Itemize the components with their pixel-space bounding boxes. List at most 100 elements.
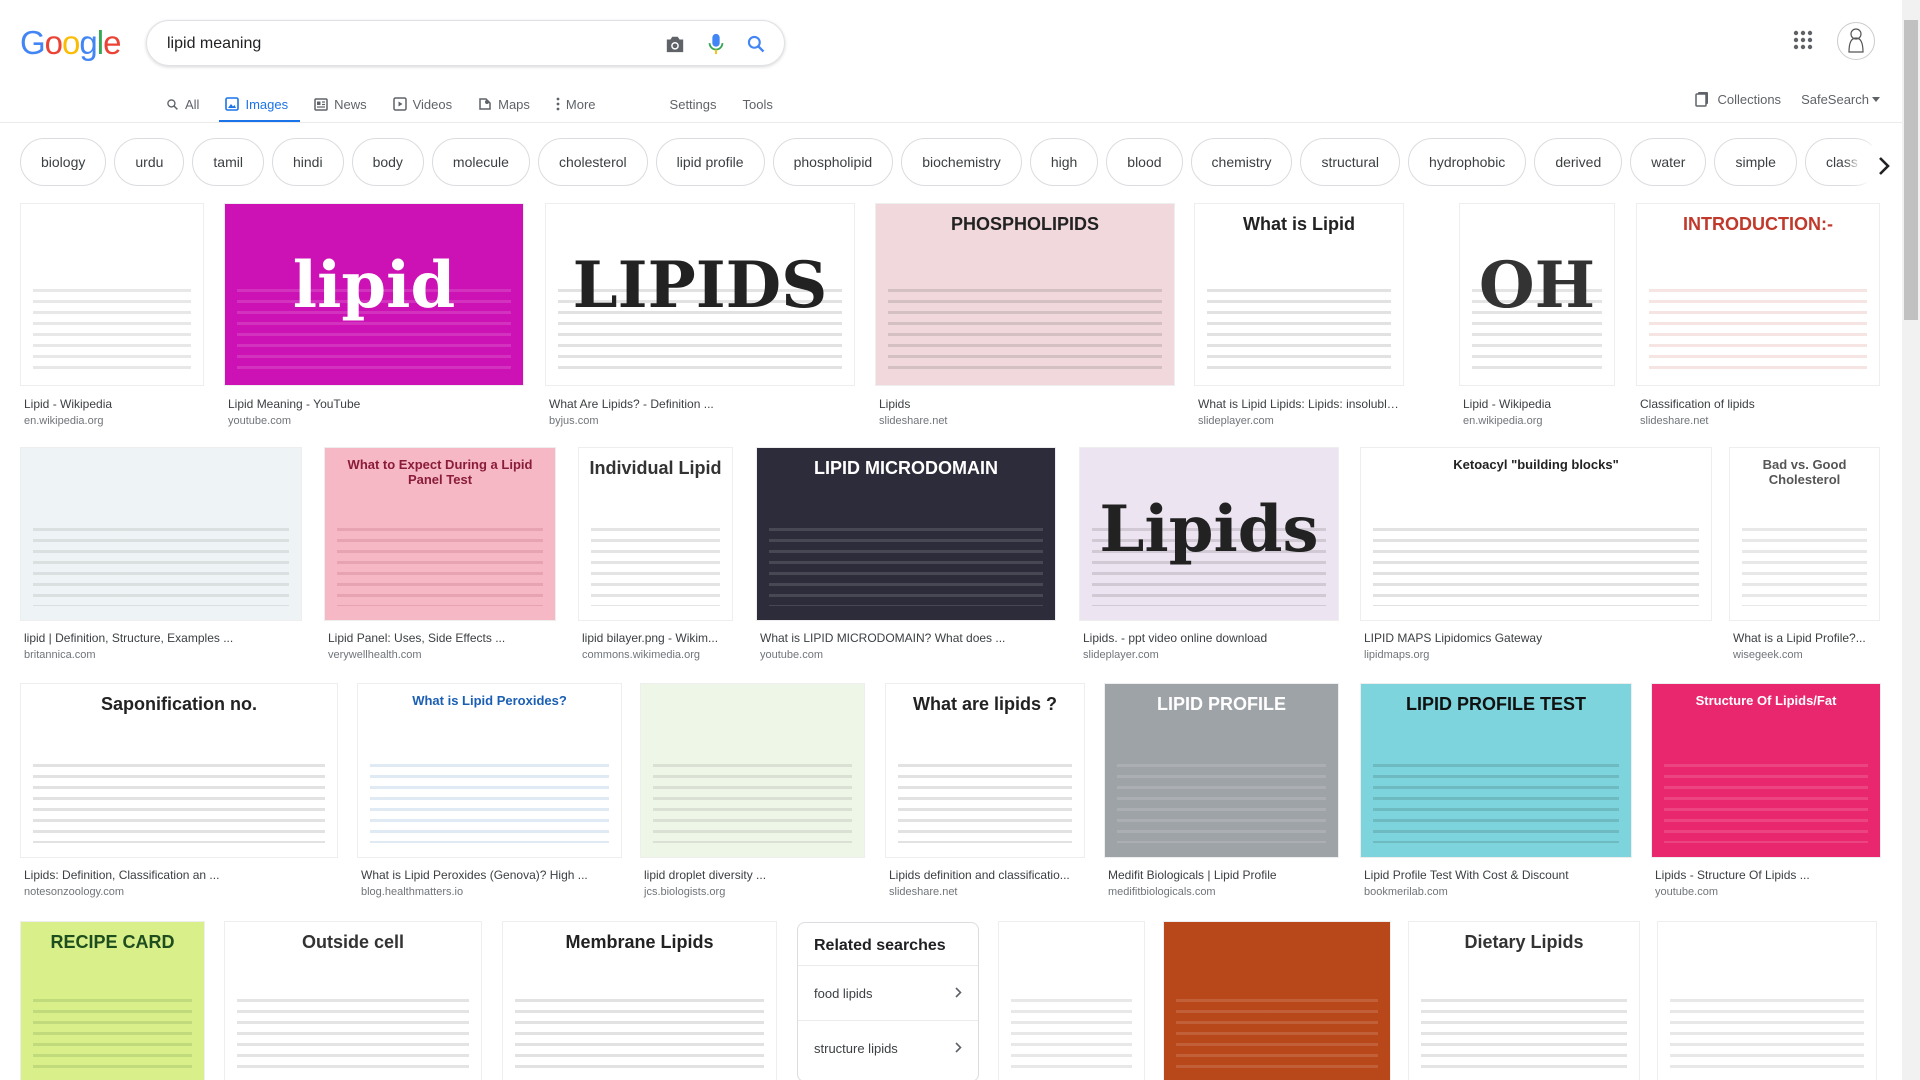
image-result[interactable]: PHOSPHOLIPIDS Lipids slideshare.net [875,203,1175,431]
image-thumbnail[interactable]: LIPID PROFILE [1104,683,1339,858]
related-search-item[interactable]: food lipids [798,965,978,1020]
result-source[interactable]: commons.wikimedia.org [582,649,700,661]
scrollbar-thumb[interactable] [1904,20,1918,320]
result-source[interactable]: youtube.com [760,649,823,661]
image-thumbnail[interactable]: What is Lipid Peroxides? [357,683,622,858]
apps-grid-icon[interactable] [1793,30,1819,56]
chip-structural[interactable]: structural [1300,138,1401,186]
settings-link[interactable]: Settings [670,86,717,122]
image-result[interactable] [998,921,1145,1080]
result-source[interactable]: bookmerilab.com [1364,886,1448,898]
image-thumbnail[interactable]: Bad vs. Good Cholesterol [1729,447,1880,621]
image-result[interactable] [1163,921,1391,1080]
image-result[interactable]: lipid droplet diversity ... jcs.biologist… [640,683,865,902]
result-source[interactable]: en.wikipedia.org [1463,415,1543,427]
camera-icon[interactable] [661,30,689,58]
result-source[interactable]: byjus.com [549,415,599,427]
image-thumbnail[interactable]: What to Expect During a Lipid Panel Test [324,447,556,621]
account-avatar[interactable] [1837,22,1875,60]
chip-body[interactable]: body [351,138,424,186]
image-thumbnail[interactable] [1163,921,1391,1080]
chip-high[interactable]: high [1029,138,1099,186]
result-title[interactable]: Lipid - Wikipedia [1463,397,1613,411]
image-result[interactable]: Lipids Lipids. - ppt video online downloa… [1079,447,1339,665]
image-thumbnail[interactable]: LIPIDS [545,203,855,386]
search-icon[interactable] [742,30,770,58]
image-thumbnail[interactable]: Saponification no. [20,683,338,858]
search-box[interactable] [146,20,785,66]
search-input[interactable] [167,33,637,55]
result-title[interactable]: What is LIPID MICRODOMAIN? What does ... [760,631,1054,645]
tab-news[interactable]: News [314,86,367,122]
chip-tamil[interactable]: tamil [192,138,264,186]
image-thumbnail[interactable]: Ketoacyl "building blocks" [1360,447,1712,621]
result-title[interactable]: Lipids definition and classificatio... [889,868,1083,882]
image-result[interactable]: lipid Lipid Meaning - YouTube youtube.com [224,203,524,431]
result-title[interactable]: What is Lipid Lipids: Lipids: insoluble … [1198,397,1402,411]
related-search-item[interactable]: structure lipids [798,1020,978,1075]
result-source[interactable]: blog.healthmatters.io [361,886,463,898]
image-thumbnail[interactable]: What is Lipid [1194,203,1404,386]
chip-biology[interactable]: biology [20,138,107,186]
result-title[interactable]: Lipid Profile Test With Cost & Discount [1364,868,1630,882]
image-thumbnail[interactable]: LIPID MICRODOMAIN [756,447,1056,621]
image-thumbnail[interactable]: RECIPE CARD [20,921,205,1080]
result-title[interactable]: lipid bilayer.png - Wikim... [582,631,731,645]
image-thumbnail[interactable]: Structure Of Lipids/Fat [1651,683,1881,858]
chip-hindi[interactable]: hindi [271,138,344,186]
chip-molecule[interactable]: molecule [431,138,530,186]
chip-water[interactable]: water [1630,138,1707,186]
image-result[interactable]: Structure Of Lipids/Fat Lipids - Structur… [1651,683,1881,902]
image-result[interactable]: Individual Lipid lipid bilayer.png - Wiki… [578,447,733,665]
result-source[interactable]: slideshare.net [889,886,958,898]
result-source[interactable]: jcs.biologists.org [644,886,725,898]
result-source[interactable]: youtube.com [1655,886,1718,898]
result-source[interactable]: verywellhealth.com [328,649,422,661]
chip-chemistry[interactable]: chemistry [1190,138,1293,186]
image-result[interactable]: What to Expect During a Lipid Panel Test… [324,447,556,665]
image-thumbnail[interactable]: LIPID PROFILE TEST [1360,683,1632,858]
image-thumbnail[interactable] [640,683,865,858]
result-title[interactable]: lipid | Definition, Structure, Examples … [24,631,300,645]
google-logo[interactable]: Google [20,26,121,59]
chip-urdu[interactable]: urdu [114,138,185,186]
chip-derived[interactable]: derived [1534,138,1623,186]
result-title[interactable]: lipid droplet diversity ... [644,868,863,882]
result-title[interactable]: Classification of lipids [1640,397,1878,411]
chip-simple[interactable]: simple [1714,138,1797,186]
microphone-icon[interactable] [702,30,730,58]
image-thumbnail[interactable]: lipid [224,203,524,386]
result-title[interactable]: Lipids: Definition, Classification an ..… [24,868,336,882]
image-result[interactable]: INTRODUCTION:- Classification of lipids sl… [1636,203,1880,431]
result-title[interactable]: Lipid Meaning - YouTube [228,397,522,411]
chip-lipid-profile[interactable]: lipid profile [655,138,765,186]
image-result[interactable] [1657,921,1877,1080]
image-result[interactable]: Ketoacyl "building blocks" LIPID MAPS Lip… [1360,447,1712,665]
image-thumbnail[interactable]: Outside cell [224,921,482,1080]
result-source[interactable]: wisegeek.com [1733,649,1803,661]
result-title[interactable]: What Are Lipids? - Definition ... [549,397,853,411]
chip-biochemistry[interactable]: biochemistry [901,138,1022,186]
result-source[interactable]: youtube.com [228,415,291,427]
result-source[interactable]: britannica.com [24,649,96,661]
tab-more[interactable]: More [556,86,596,122]
chips-next-button[interactable] [1860,142,1908,190]
result-title[interactable]: LIPID MAPS Lipidomics Gateway [1364,631,1710,645]
result-source[interactable]: slideplayer.com [1198,415,1274,427]
image-result[interactable]: Dietary Lipids [1408,921,1640,1080]
image-thumbnail[interactable] [998,921,1145,1080]
chip-cholesterol[interactable]: cholesterol [537,138,648,186]
result-title[interactable]: What is a Lipid Profile?... [1733,631,1878,645]
image-result[interactable]: LIPID PROFILE Medifit Biologicals | Lipid… [1104,683,1339,902]
tools-link[interactable]: Tools [743,86,773,122]
image-thumbnail[interactable] [20,447,302,621]
image-result[interactable]: Bad vs. Good Cholesterol What is a Lipid … [1729,447,1880,665]
result-title[interactable]: What is Lipid Peroxides (Genova)? High .… [361,868,620,882]
image-thumbnail[interactable] [1657,921,1877,1080]
image-result[interactable]: LIPIDS What Are Lipids? - Definition ... b… [545,203,855,431]
result-title[interactable]: Lipid - Wikipedia [24,397,202,411]
image-result[interactable]: What is Lipid Peroxides? What is Lipid Pe… [357,683,622,902]
result-title[interactable]: Lipids. - ppt video online download [1083,631,1337,645]
tab-images[interactable]: Images [219,86,300,123]
image-thumbnail[interactable]: Individual Lipid [578,447,733,621]
